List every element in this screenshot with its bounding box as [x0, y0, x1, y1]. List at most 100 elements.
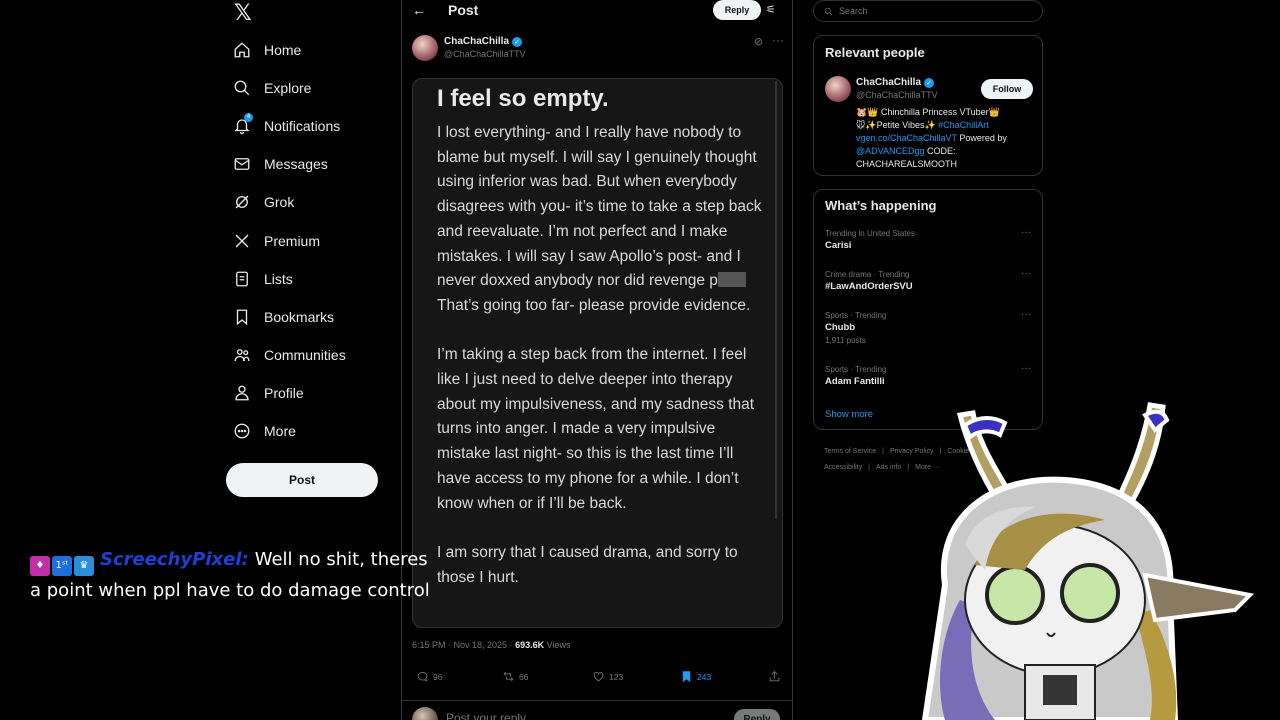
sidebar-item-label: Lists: [264, 271, 293, 287]
stream-chat-message: ♦ 1ˢᵗ ♛ ScreechyPixel: Well no shit, theres …: [30, 545, 430, 605]
footer-link[interactable]: Terms of Service: [824, 448, 876, 455]
note-paragraph: I’m taking a step back from the internet…: [437, 346, 755, 512]
sidebar-item-label: More: [264, 423, 296, 439]
card-title: Relevant people: [825, 45, 925, 60]
sidebar-item-more[interactable]: More: [232, 416, 296, 446]
note-title: I feel so empty.: [437, 85, 609, 112]
sidebar-item-label: Home: [264, 42, 302, 58]
relevant-people-card: Relevant people ChaChaChilla ✓ @ChaChaCh…: [813, 35, 1043, 176]
bookmark-action[interactable]: 243: [680, 670, 711, 683]
sidebar-item-communities[interactable]: Communities: [232, 340, 346, 370]
author-name[interactable]: ChaChaChilla ✓: [444, 36, 523, 47]
note-body: I lost everything- and I really have nob…: [437, 121, 769, 615]
post-meta: 6:15 PM · Nov 18, 2025 · 693.6K Views: [412, 640, 571, 650]
trend-more-icon[interactable]: ···: [1021, 268, 1031, 279]
list-icon: [232, 269, 252, 289]
avatar[interactable]: [412, 35, 438, 61]
reply-composer: Post your reply Reply: [402, 700, 792, 720]
author-handle[interactable]: @ChaChaChillaTTV: [444, 49, 526, 59]
website-link[interactable]: vgen.co/ChaChaChillaVT: [856, 133, 957, 143]
search-icon: [232, 78, 252, 98]
sidebar-item-messages[interactable]: Messages: [232, 149, 328, 179]
home-icon: [232, 40, 252, 60]
trend-item[interactable]: Crime drama · Trending #LawAndOrderSVU ·…: [825, 268, 1035, 292]
submit-reply-button[interactable]: Reply: [734, 709, 780, 720]
verified-badge-icon: ✓: [924, 77, 935, 88]
sidebar-item-grok[interactable]: Grok: [232, 187, 294, 217]
post-actions: 96 66 123 243: [414, 670, 784, 686]
grok-icon: [232, 192, 252, 212]
trend-item[interactable]: Sports · Trending Adam Fantilli ···: [825, 363, 1035, 387]
reply-input[interactable]: Post your reply: [446, 711, 526, 720]
gem-badge-icon: ♦: [30, 556, 50, 576]
bell-icon: 4: [232, 113, 253, 136]
reply-action[interactable]: 96: [416, 670, 442, 683]
x-logo-icon[interactable]: 𝕏: [234, 0, 266, 25]
share-action[interactable]: [768, 670, 781, 683]
sidebar-item-label: Profile: [264, 385, 304, 401]
mention-link[interactable]: @ADVANCEDgg: [856, 146, 925, 156]
card-title: What’s happening: [825, 198, 937, 213]
bookmark-icon: [232, 307, 252, 327]
sidebar-item-label: Grok: [264, 194, 295, 210]
view-count: 693.6K: [515, 640, 545, 650]
vtuber-avatar-image: [921, 402, 1255, 720]
whats-happening-card: What’s happening Trending in United Stat…: [813, 189, 1043, 430]
comment-icon: [417, 671, 428, 682]
repost-action[interactable]: 66: [502, 670, 528, 683]
sidebar-item-label: Bookmarks: [264, 309, 335, 325]
search-input[interactable]: [839, 6, 1019, 16]
show-more-link[interactable]: Show more: [825, 409, 873, 420]
post-detail-column: ← Post Reply ⚟ ChaChaChilla ✓ @ChaChaChi…: [401, 0, 793, 720]
trend-item[interactable]: Trending in United States Carisi ···: [825, 227, 1035, 251]
post-image[interactable]: I feel so empty. I lost everything- and …: [412, 78, 783, 628]
like-action[interactable]: 123: [592, 670, 623, 683]
sidebar-item-profile[interactable]: Profile: [232, 378, 304, 408]
trend-more-icon[interactable]: ···: [1021, 363, 1031, 374]
trend-item[interactable]: Sports · Trending Chubb 1,911 posts ···: [825, 309, 1035, 345]
sidebar-item-notifications[interactable]: 4 Notifications: [232, 111, 340, 141]
sidebar-item-premium[interactable]: Premium: [232, 226, 320, 256]
crown-badge-icon: ♛: [74, 556, 94, 576]
first-badge-icon: 1ˢᵗ: [52, 556, 72, 576]
sidebar-item-label: Premium: [264, 233, 321, 249]
back-arrow-icon[interactable]: ←: [412, 2, 426, 18]
more-options-icon[interactable]: ···: [772, 33, 784, 47]
note-paragraph: I lost everything- and I really have nob…: [437, 124, 762, 314]
sliders-icon[interactable]: ⚟: [766, 3, 776, 16]
search-box[interactable]: [813, 0, 1043, 22]
image-scrollbar: [775, 81, 777, 519]
avatar: [412, 707, 438, 720]
chat-username: ScreechyPixel:: [100, 549, 249, 570]
sidebar-item-bookmarks[interactable]: Bookmarks: [232, 302, 334, 332]
sidebar-item-label: Messages: [264, 156, 328, 172]
sidebar-item-home[interactable]: Home: [232, 35, 301, 65]
trend-more-icon[interactable]: ···: [1021, 309, 1031, 320]
x-icon: [232, 231, 252, 251]
footer-link[interactable]: Ads info: [876, 464, 901, 471]
screen: 𝕏 Home Explore 4 Notifications Messages …: [0, 0, 1280, 720]
footer-link[interactable]: Accessibility: [824, 464, 862, 471]
search-icon: [824, 7, 833, 15]
mail-icon: [232, 154, 252, 174]
hashtag-link[interactable]: #ChaChillArt: [938, 120, 989, 130]
sidebar-item-label: Explore: [264, 80, 312, 96]
sidebar-item-lists[interactable]: Lists: [232, 264, 293, 294]
grok-icon[interactable]: ⊘: [754, 35, 763, 48]
post-button[interactable]: Post: [226, 463, 378, 497]
sidebar-item-explore[interactable]: Explore: [232, 73, 311, 103]
sidebar-item-label: Communities: [264, 347, 346, 363]
trend-more-icon[interactable]: ···: [1021, 227, 1031, 238]
person-handle: @ChaChaChillaTTV: [856, 90, 938, 100]
sidebar-item-label: Notifications: [264, 118, 341, 134]
person-name[interactable]: ChaChaChilla ✓: [856, 77, 935, 88]
repost-icon: [503, 671, 514, 682]
post-header: ← Post Reply ⚟: [402, 0, 792, 22]
follow-button[interactable]: Follow: [981, 79, 1033, 99]
reply-button[interactable]: Reply: [713, 0, 761, 20]
avatar[interactable]: [825, 76, 851, 102]
person-bio: 🐹👑 Chinchilla Princess VTuber👑 🐭✨Petite …: [856, 107, 1007, 169]
censor-blur: [717, 272, 746, 288]
verified-badge-icon: ✓: [512, 36, 523, 47]
notification-count-badge: 4: [244, 113, 253, 122]
